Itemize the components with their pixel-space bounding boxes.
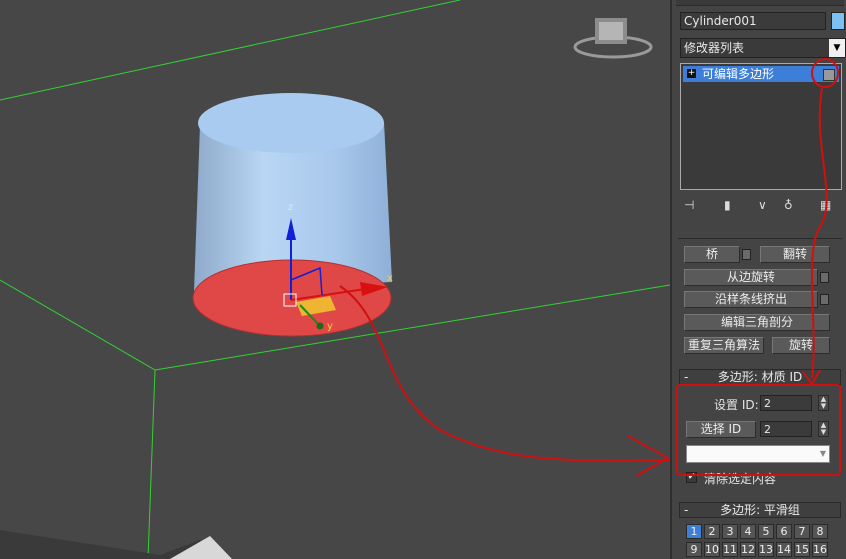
smoothing-groups-rollout-header[interactable]: - 多边形: 平滑组 — [679, 502, 841, 518]
material-id-rollout-title: 多边形: 材质 ID — [717, 370, 803, 384]
smoothing-group-15[interactable]: 15 — [794, 542, 810, 557]
grid-line — [0, 0, 461, 101]
gizmo-y-label: y — [327, 321, 333, 332]
modifier-stack-item[interactable]: + 可编辑多边形 — [683, 66, 839, 82]
material-name-dropdown[interactable]: ▼ — [686, 445, 830, 463]
modifier-list-label: 修改器列表 — [684, 41, 745, 55]
smoothing-group-5[interactable]: 5 — [758, 524, 774, 539]
hinge-settings-button[interactable] — [820, 272, 829, 283]
smoothing-group-6[interactable]: 6 — [776, 524, 792, 539]
smoothing-group-3[interactable]: 3 — [722, 524, 738, 539]
extrude-along-spline-settings-button[interactable] — [820, 294, 829, 305]
object-color-swatch[interactable] — [831, 12, 845, 30]
show-end-result-icon[interactable]: ▮ — [724, 198, 731, 212]
gizmo-y-handle — [316, 322, 324, 330]
smoothing-group-11[interactable]: 11 — [722, 542, 738, 557]
set-id-spinner[interactable]: ▲ ▼ — [818, 395, 829, 411]
pin-stack-icon[interactable]: ⊣ — [684, 198, 694, 212]
smoothing-groups-rollout-title: 多边形: 平滑组 — [720, 503, 800, 517]
modifier-stack-item-toggle[interactable] — [823, 69, 835, 81]
bottom-light-shape — [170, 536, 232, 559]
turn-button[interactable]: 旋转 — [772, 337, 830, 354]
smoothing-group-14[interactable]: 14 — [776, 542, 792, 557]
set-id-label: 设置 ID: — [714, 398, 759, 412]
gizmo-z-label: z — [288, 202, 294, 213]
clear-selection-label: 清除选定内容 — [704, 472, 777, 486]
clear-selection-checkbox[interactable]: ✔ — [686, 472, 697, 483]
chevron-down-icon[interactable]: ▼ — [820, 446, 826, 462]
smoothing-group-16[interactable]: 16 — [812, 542, 828, 557]
smoothing-group-7[interactable]: 7 — [794, 524, 810, 539]
annotation-arrowhead-main — [627, 435, 670, 477]
smoothing-group-1[interactable]: 1 — [686, 524, 702, 539]
select-id-spinner[interactable]: ▲ ▼ — [818, 421, 829, 437]
perspective-viewport[interactable]: z x y — [0, 0, 670, 559]
gizmo-x-label: x — [387, 273, 393, 284]
command-panel-tabs[interactable] — [676, 0, 844, 6]
expand-plus-icon[interactable]: + — [687, 69, 696, 78]
check-mark-icon: ✔ — [687, 472, 696, 482]
modifier-stack-list[interactable]: + 可编辑多边形 — [680, 63, 842, 190]
object-name-field[interactable]: Cylinder001 — [680, 12, 826, 30]
modifier-list-dropdown[interactable]: 修改器列表 ▼ — [680, 38, 846, 58]
flip-button[interactable]: 翻转 — [760, 246, 830, 263]
smoothing-group-9[interactable]: 9 — [686, 542, 702, 557]
smoothing-group-10[interactable]: 10 — [704, 542, 720, 557]
stack-toolbar: ⊣ ▮ ∨ ♁ ▦ — [680, 198, 844, 216]
smoothing-group-4[interactable]: 4 — [740, 524, 756, 539]
set-id-input[interactable]: 2 — [760, 395, 812, 411]
hinge-from-edge-button[interactable]: 从边旋转 — [684, 269, 818, 286]
smoothing-group-13[interactable]: 13 — [758, 542, 774, 557]
material-id-rollout-header[interactable]: - 多边形: 材质 ID — [679, 369, 841, 385]
configure-modifier-sets-icon[interactable]: ▦ — [820, 198, 831, 212]
bridge-settings-button[interactable] — [742, 249, 751, 260]
smoothing-group-8[interactable]: 8 — [812, 524, 828, 539]
smoothing-group-12[interactable]: 12 — [740, 542, 756, 557]
smoothing-group-2[interactable]: 2 — [704, 524, 720, 539]
bridge-button[interactable]: 桥 — [684, 246, 740, 263]
viewcube-icon — [573, 18, 653, 59]
cylinder-top — [198, 93, 384, 153]
select-id-input[interactable]: 2 — [760, 421, 812, 437]
modifier-stack-item-label: 可编辑多边形 — [702, 67, 775, 81]
grid-line — [147, 369, 156, 559]
retriangulate-button[interactable]: 重复三角算法 — [684, 337, 764, 354]
viewport-canvas[interactable] — [0, 0, 670, 559]
make-unique-icon[interactable]: ∨ — [758, 198, 767, 212]
select-id-button[interactable]: 选择 ID — [686, 421, 756, 438]
command-panel: Cylinder001 修改器列表 ▼ + 可编辑多边形 ⊣ ▮ ∨ ♁ ▦ 桥… — [670, 0, 846, 559]
extrude-along-spline-button[interactable]: 沿样条线挤出 — [684, 291, 818, 308]
grid-line — [0, 279, 156, 371]
chevron-down-icon[interactable]: ▼ — [829, 39, 845, 57]
remove-modifier-icon[interactable]: ♁ — [784, 198, 793, 212]
edit-triangulation-button[interactable]: 编辑三角剖分 — [684, 314, 830, 331]
